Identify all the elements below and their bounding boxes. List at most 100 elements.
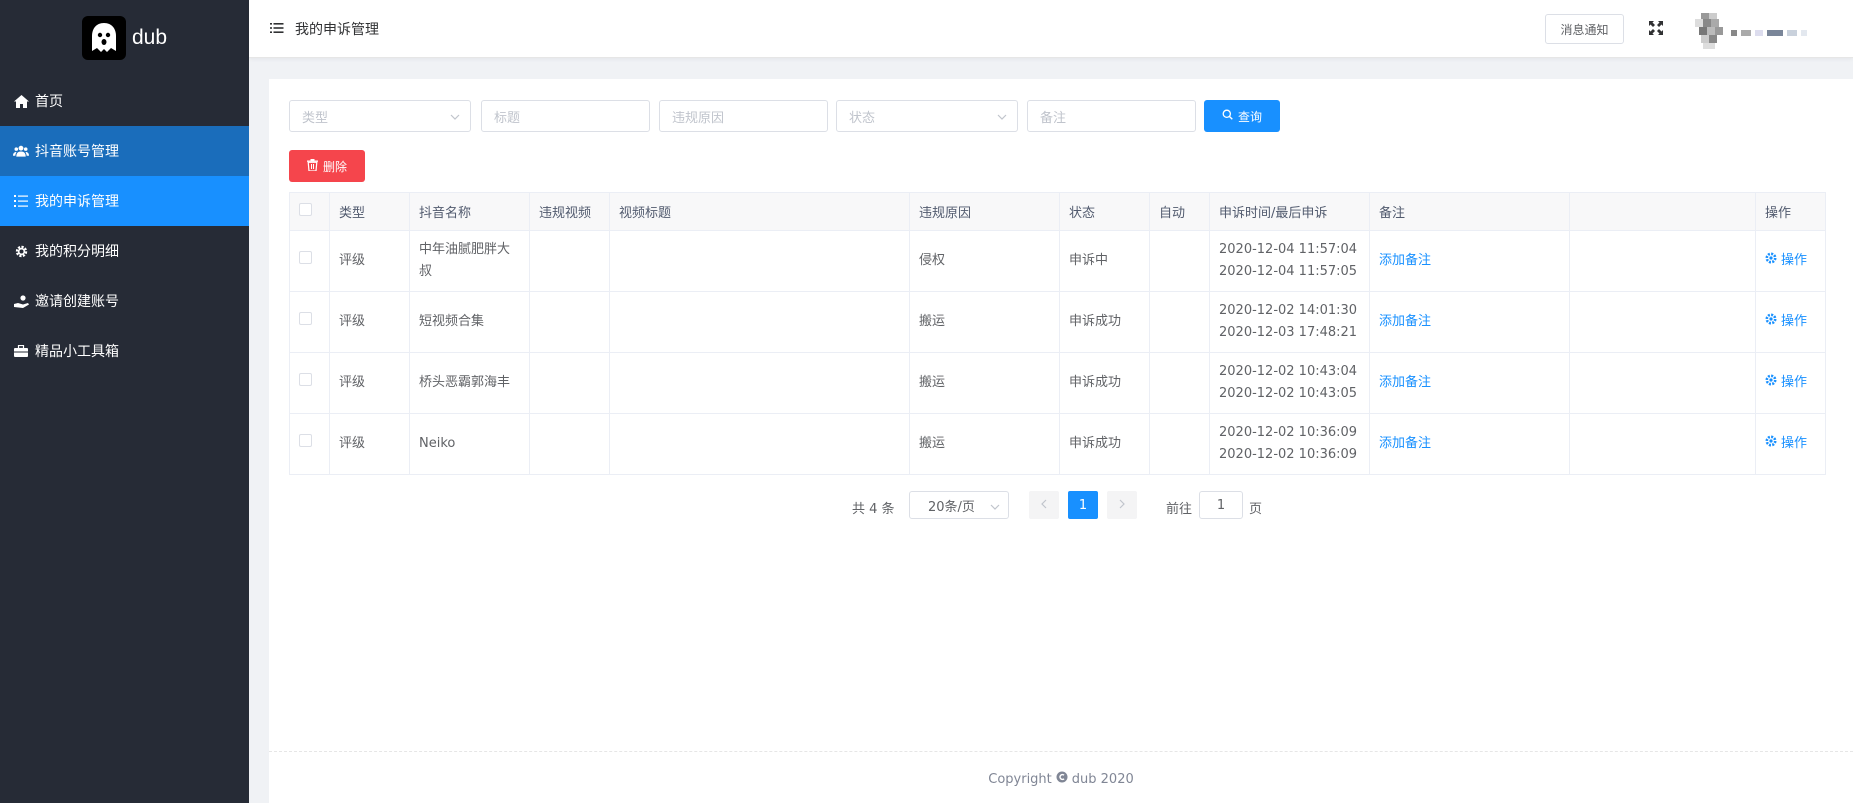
logo[interactable]: dub	[0, 0, 249, 76]
column-header: 违规视频	[529, 192, 610, 231]
column-header	[1569, 192, 1756, 231]
operation-button[interactable]: 操作	[1765, 433, 1807, 455]
remark-input[interactable]: 备注	[1027, 100, 1196, 132]
sidebar-item-invite[interactable]: 邀请创建账号	[0, 276, 249, 326]
sidebar-item-my-appeals[interactable]: 我的申诉管理	[0, 176, 249, 226]
page-unit-label: 页	[1249, 502, 1263, 517]
hand-user-icon	[13, 293, 29, 309]
page-number-current[interactable]: 1	[1068, 491, 1098, 519]
table-row: 评级 桥头恶霸郭海丰 搬运 申诉成功 2020-12-02 10:43:04 2…	[289, 352, 1826, 414]
column-header: 状态	[1059, 192, 1150, 231]
cell-reason: 侵权	[909, 230, 1060, 292]
row-checkbox[interactable]	[299, 312, 312, 325]
chevron-right-icon	[1118, 498, 1126, 513]
operation-button[interactable]: 操作	[1765, 372, 1807, 394]
row-checkbox[interactable]	[299, 434, 312, 447]
cell-video	[529, 413, 610, 475]
add-remark-link[interactable]: 添加备注	[1379, 314, 1431, 329]
cell-empty	[1569, 291, 1756, 353]
cell-video-title	[609, 352, 910, 414]
copyright-suffix: dub 2020	[1071, 771, 1134, 787]
cell-type: 评级	[329, 413, 410, 475]
cell-video-title	[609, 291, 910, 353]
appeals-table: 类型 抖音名称 违规视频 视频标题 违规原因 状态 自动 申诉时间/最后申诉 备…	[289, 192, 1826, 475]
top-header: 我的申诉管理 消息通知	[249, 0, 1853, 58]
select-all-cell[interactable]	[289, 192, 330, 231]
column-header: 类型	[329, 192, 410, 231]
row-select-cell[interactable]	[289, 291, 330, 353]
sidebar-item-toolbox[interactable]: 精品小工具箱	[0, 326, 249, 376]
select-all-checkbox[interactable]	[299, 203, 312, 216]
cell-video	[529, 291, 610, 353]
table-row: 评级 Neiko 搬运 申诉成功 2020-12-02 10:36:09 202…	[289, 413, 1826, 475]
cell-type: 评级	[329, 230, 410, 292]
row-checkbox[interactable]	[299, 251, 312, 264]
hamburger-icon[interactable]	[270, 21, 284, 35]
cell-op: 操作	[1755, 230, 1826, 292]
column-header: 操作	[1755, 192, 1826, 231]
status-select[interactable]: 状态	[836, 100, 1018, 132]
operation-button[interactable]: 操作	[1765, 311, 1807, 333]
table-row: 评级 中年油腻肥胖大叔 侵权 申诉中 2020-12-04 11:57:04 2…	[289, 230, 1826, 292]
home-icon	[13, 93, 29, 109]
avatar[interactable]	[1695, 13, 1725, 49]
row-select-cell[interactable]	[289, 413, 330, 475]
ghost-logo-icon	[81, 16, 126, 60]
delete-button[interactable]: 删除	[289, 150, 365, 182]
cell-auto	[1149, 230, 1210, 292]
sidebar: dub 首页 抖音账号管理 我的申诉管理 我的积分明细 邀请创建账号 精品小工具…	[0, 0, 249, 803]
cell-type: 评级	[329, 352, 410, 414]
operation-label: 操作	[1781, 375, 1808, 390]
table-header-row: 类型 抖音名称 违规视频 视频标题 违规原因 状态 自动 申诉时间/最后申诉 备…	[289, 192, 1826, 231]
user-name-blurred[interactable]	[1731, 29, 1849, 37]
query-button[interactable]: 查询	[1204, 100, 1280, 132]
row-select-cell[interactable]	[289, 352, 330, 414]
row-checkbox[interactable]	[299, 373, 312, 386]
goto-page-input[interactable]: 1	[1199, 491, 1243, 519]
cell-name: 中年油腻肥胖大叔	[409, 230, 530, 292]
cell-empty	[1569, 230, 1756, 292]
cell-type: 评级	[329, 291, 410, 353]
reason-input[interactable]: 违规原因	[659, 100, 828, 132]
sidebar-item-label: 我的积分明细	[35, 244, 119, 260]
cell-status: 申诉成功	[1059, 352, 1150, 414]
page-title: 我的申诉管理	[295, 22, 379, 38]
title-input-placeholder: 标题	[494, 110, 521, 126]
title-input[interactable]: 标题	[481, 100, 650, 132]
operation-button[interactable]: 操作	[1765, 250, 1807, 272]
page-size-select[interactable]: 20条/页	[909, 491, 1009, 519]
cell-remark: 添加备注	[1369, 413, 1570, 475]
operation-label: 操作	[1781, 314, 1808, 329]
row-select-cell[interactable]	[289, 230, 330, 292]
chevron-down-icon	[450, 111, 460, 121]
footer-divider	[269, 751, 1853, 752]
add-remark-link[interactable]: 添加备注	[1379, 253, 1431, 268]
sidebar-item-home[interactable]: 首页	[0, 76, 249, 126]
cell-name: 桥头恶霸郭海丰	[409, 352, 530, 414]
notification-button[interactable]: 消息通知	[1545, 14, 1624, 44]
query-button-label: 查询	[1237, 109, 1262, 124]
prev-page-button[interactable]	[1029, 491, 1059, 519]
cell-op: 操作	[1755, 352, 1826, 414]
fullscreen-icon[interactable]	[1649, 21, 1663, 35]
add-remark-link[interactable]: 添加备注	[1379, 375, 1431, 390]
next-page-button[interactable]	[1107, 491, 1137, 519]
appeal-time: 2020-12-02 10:36:09	[1219, 425, 1358, 440]
cell-remark: 添加备注	[1369, 291, 1570, 353]
sidebar-item-label: 精品小工具箱	[35, 344, 119, 360]
reason-input-placeholder: 违规原因	[672, 110, 725, 126]
sidebar-item-points[interactable]: 我的积分明细	[0, 226, 249, 276]
type-select[interactable]: 类型	[289, 100, 471, 132]
chevron-down-icon	[990, 501, 1000, 511]
cell-time: 2020-12-04 11:57:04 2020-12-04 11:57:05	[1209, 230, 1370, 292]
sidebar-item-label: 首页	[35, 94, 63, 110]
search-icon	[1222, 109, 1233, 123]
cell-empty	[1569, 352, 1756, 414]
add-remark-link[interactable]: 添加备注	[1379, 436, 1431, 451]
delete-button-label: 删除	[322, 159, 347, 174]
cell-op: 操作	[1755, 413, 1826, 475]
gear-icon	[1765, 433, 1777, 455]
operation-label: 操作	[1781, 253, 1808, 268]
sidebar-item-douyin-accounts[interactable]: 抖音账号管理	[0, 126, 249, 176]
cell-video	[529, 230, 610, 292]
